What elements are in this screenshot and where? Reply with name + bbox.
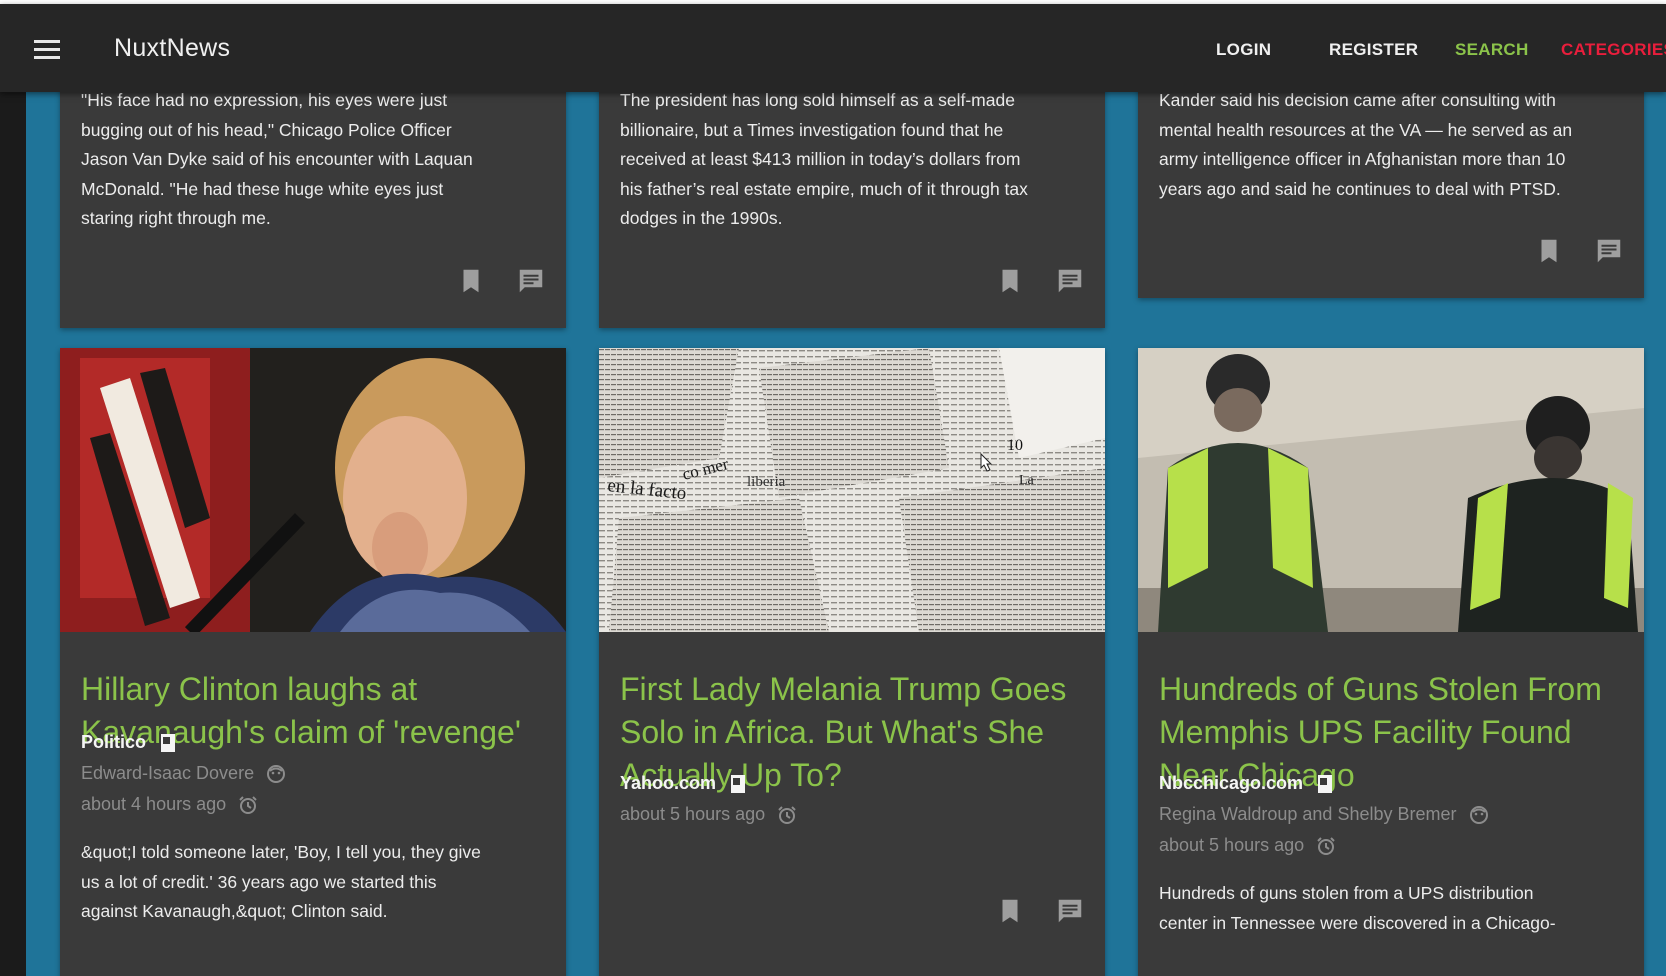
- face-icon: [1469, 805, 1488, 824]
- article-excerpt: Hundreds of guns stolen from a UPS distr…: [1159, 883, 1556, 933]
- news-card[interactable]: "His face had no expression, his eyes we…: [60, 92, 566, 328]
- article-time-row: about 5 hours ago: [1159, 835, 1336, 856]
- comment-icon[interactable]: [1055, 896, 1085, 926]
- face-icon: [267, 764, 286, 783]
- document-icon: [161, 733, 176, 752]
- nav-register[interactable]: REGISTER: [1329, 40, 1418, 60]
- article-card[interactable]: en la facto co mer liberia 10 La First L…: [599, 348, 1105, 976]
- bookmark-icon[interactable]: [995, 896, 1025, 926]
- article-time: about 4 hours ago: [81, 794, 227, 814]
- card-excerpt: "His face had no expression, his eyes we…: [81, 92, 473, 228]
- alarm-clock-icon: [1317, 836, 1335, 855]
- alarm-clock-icon: [239, 795, 257, 814]
- article-image[interactable]: [1138, 348, 1644, 632]
- article-card[interactable]: Hillary Clinton laughs at Kavanaugh's cl…: [60, 348, 566, 976]
- document-icon: [731, 774, 746, 793]
- image-word: 10: [1007, 437, 1023, 454]
- article-source-row: Nbcchicago.com: [1159, 773, 1335, 794]
- nav-categories[interactable]: CATEGORIES: [1561, 40, 1666, 60]
- article-source-row: Politico: [81, 732, 178, 753]
- article-source[interactable]: Yahoo.com: [620, 773, 716, 794]
- article-excerpt: &quot;I told someone later, 'Boy, I tell…: [81, 842, 481, 921]
- article-time-row: about 4 hours ago: [81, 794, 258, 815]
- article-source[interactable]: Nbcchicago.com: [1159, 773, 1303, 794]
- comment-icon[interactable]: [516, 266, 546, 296]
- article-author-row: Edward-Isaac Dovere: [81, 763, 286, 784]
- article-author: Edward-Isaac Dovere: [81, 763, 255, 783]
- article-time: about 5 hours ago: [620, 804, 766, 824]
- news-card[interactable]: Kander said his decision came after cons…: [1138, 92, 1644, 298]
- surveillance-two-men-vests: [1138, 348, 1644, 632]
- article-author: Regina Waldroup and Shelby Bremer: [1159, 804, 1457, 824]
- news-card[interactable]: The president has long sold himself as a…: [599, 92, 1105, 328]
- card-excerpt: Kander said his decision came after cons…: [1159, 92, 1573, 199]
- app-bar: NuxtNews LOGIN REGISTER SEARCH CATEGORIE…: [0, 4, 1666, 92]
- alarm-clock-icon: [778, 805, 796, 824]
- article-image[interactable]: en la facto co mer liberia 10 La: [599, 348, 1105, 632]
- article-time-row: about 5 hours ago: [620, 804, 797, 825]
- article-source-row: Yahoo.com: [620, 773, 748, 794]
- article-time: about 5 hours ago: [1159, 835, 1305, 855]
- newspaper-collage: en la facto co mer liberia 10 La: [599, 348, 1105, 632]
- image-word: liberia: [747, 474, 786, 490]
- document-icon: [1318, 774, 1333, 793]
- comment-icon[interactable]: [1594, 236, 1624, 266]
- article-source[interactable]: Politico: [81, 732, 146, 753]
- app-title[interactable]: NuxtNews: [114, 34, 230, 63]
- bookmark-icon[interactable]: [1534, 236, 1564, 266]
- hamburger-menu-icon[interactable]: [34, 40, 60, 60]
- card-excerpt: The president has long sold himself as a…: [620, 92, 1028, 228]
- article-image[interactable]: [60, 348, 566, 632]
- app-window: NuxtNews LOGIN REGISTER SEARCH CATEGORIE…: [0, 0, 1666, 976]
- photo-woman-speaking: [60, 348, 566, 632]
- bookmark-icon[interactable]: [456, 266, 486, 296]
- news-grid: "His face had no expression, his eyes we…: [26, 92, 1666, 976]
- bookmark-icon[interactable]: [995, 266, 1025, 296]
- article-card[interactable]: Hundreds of Guns Stolen From Memphis UPS…: [1138, 348, 1644, 976]
- comment-icon[interactable]: [1055, 266, 1085, 296]
- nav-login[interactable]: LOGIN: [1216, 40, 1271, 60]
- article-author-row: Regina Waldroup and Shelby Bremer: [1159, 804, 1489, 825]
- image-word: La: [1019, 473, 1035, 488]
- nav-search[interactable]: SEARCH: [1455, 40, 1529, 60]
